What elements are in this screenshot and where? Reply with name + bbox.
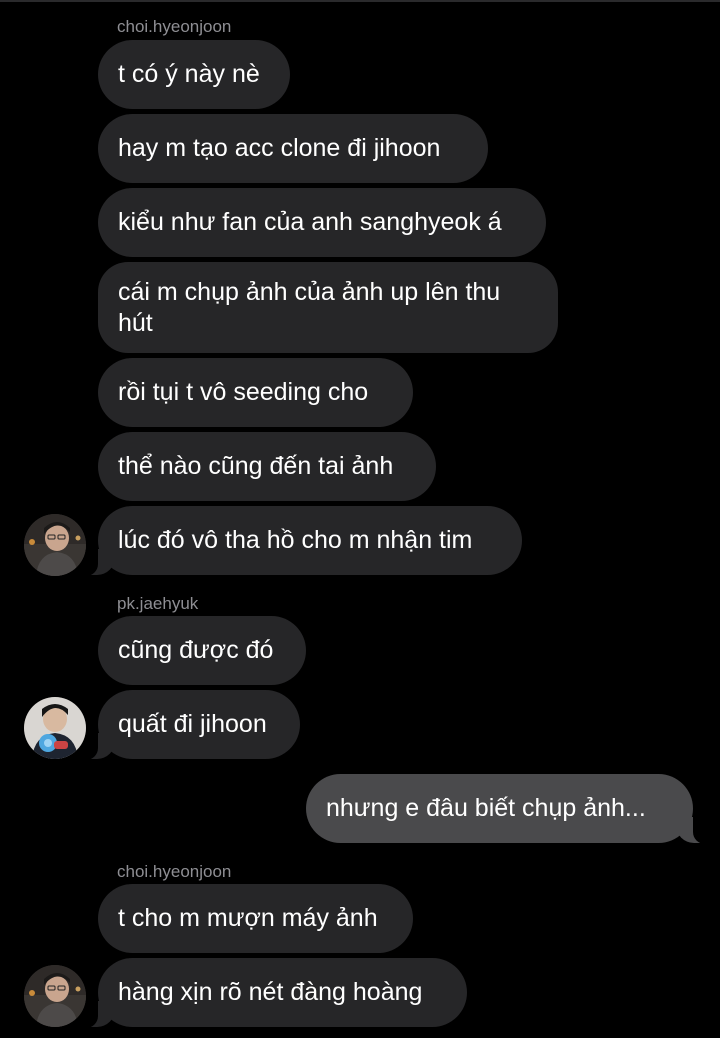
avatar-photo-icon	[24, 965, 86, 1027]
avatar-photo-icon	[24, 514, 86, 576]
avatar[interactable]	[24, 697, 86, 759]
avatar-photo-icon	[24, 697, 86, 759]
message-bubble[interactable]: kiểu như fan của anh sanghyeok á	[98, 188, 546, 257]
avatar[interactable]	[24, 514, 86, 576]
message-bubble[interactable]: t cho m mượn máy ảnh	[98, 884, 413, 953]
message-bubble[interactable]: quất đi jihoon	[84, 690, 300, 760]
outgoing-message-bubble[interactable]: nhưng e đâu biết chụp ảnh...	[306, 774, 707, 844]
message-bubble[interactable]: lúc đó vô tha hồ cho m nhận tim	[84, 506, 522, 576]
message-text: nhưng e đâu biết chụp ảnh...	[326, 794, 646, 822]
top-divider	[0, 0, 720, 2]
message-text: quất đi jihoon	[118, 710, 267, 738]
message-bubble[interactable]: cái m chụp ảnh của ảnh up lên thu hút	[98, 262, 558, 353]
sender-name: choi.hyeonjoon	[117, 17, 232, 36]
message-bubble[interactable]: rồi tụi t vô seeding cho	[98, 358, 413, 427]
message-text: kiểu như fan của anh sanghyeok á	[118, 208, 502, 236]
avatar[interactable]	[24, 965, 86, 1027]
message-text: cũng được đó	[118, 636, 274, 664]
message-text: hay m tạo acc clone đi jihoon	[118, 134, 441, 162]
message-bubble[interactable]: hàng xịn rõ nét đàng hoàng	[84, 958, 467, 1028]
sender-name: choi.hyeonjoon	[117, 862, 232, 881]
message-bubble[interactable]: t có ý này nè	[98, 40, 290, 109]
message-bubble[interactable]: cũng được đó	[98, 616, 306, 685]
message-bubble[interactable]: hay m tạo acc clone đi jihoon	[98, 114, 488, 183]
message-text: cái m chụp ảnh của ảnh up lên thu hút	[118, 277, 501, 337]
sender-name: pk.jaehyuk	[117, 594, 199, 613]
message-text: lúc đó vô tha hồ cho m nhận tim	[118, 526, 473, 554]
message-text: t có ý này nè	[118, 60, 260, 88]
message-text: rồi tụi t vô seeding cho	[118, 378, 369, 406]
message-text: hàng xịn rõ nét đàng hoàng	[118, 978, 423, 1006]
message-bubble[interactable]: thể nào cũng đến tai ảnh	[98, 432, 436, 501]
message-text: thể nào cũng đến tai ảnh	[118, 452, 394, 480]
message-text: t cho m mượn máy ảnh	[118, 904, 378, 932]
